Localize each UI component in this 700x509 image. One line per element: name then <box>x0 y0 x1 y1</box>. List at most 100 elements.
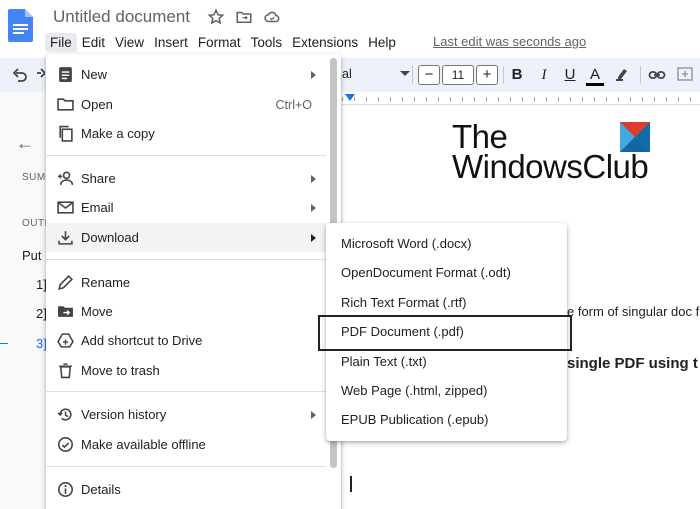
file-menu-offline[interactable]: Make available offline <box>46 430 326 459</box>
file-menu-download[interactable]: Download <box>46 223 326 252</box>
docs-logo-icon[interactable] <box>8 9 33 42</box>
download-option-label: Plain Text (.txt) <box>341 354 427 369</box>
file-menu-details[interactable]: Details <box>46 475 326 504</box>
file-menu-label: Details <box>81 482 121 497</box>
file-menu-new[interactable]: New <box>46 60 326 89</box>
app-window: Untitled document File Edit View Insert … <box>0 0 700 509</box>
download-option-label: Microsoft Word (.docx) <box>341 236 472 251</box>
history-icon <box>57 408 72 421</box>
bold-button[interactable]: B <box>508 66 526 84</box>
file-menu-label: Email <box>81 200 114 215</box>
underline-button[interactable]: U <box>561 66 579 84</box>
download-option-html[interactable]: Web Page (.html, zipped) <box>326 376 567 405</box>
font-size-decrease-button[interactable]: − <box>418 65 440 85</box>
file-menu-label: Version history <box>81 407 167 422</box>
menu-divider <box>46 259 326 260</box>
cloud-saved-icon[interactable] <box>263 8 281 26</box>
menu-edit[interactable]: Edit <box>77 33 110 52</box>
drive-shortcut-icon <box>57 333 74 348</box>
italic-button[interactable]: I <box>535 66 553 84</box>
toolbar-divider <box>412 66 413 84</box>
add-comment-icon[interactable] <box>676 66 694 84</box>
redo-icon[interactable] <box>37 67 45 83</box>
info-icon <box>58 482 73 497</box>
file-menu-share[interactable]: Share <box>46 164 326 193</box>
document-body-text: e form of singular doc f <box>567 304 700 319</box>
submenu-arrow-icon <box>311 175 316 183</box>
menu-help[interactable]: Help <box>363 33 401 52</box>
file-menu-label: Move <box>81 304 113 319</box>
undo-icon[interactable] <box>12 67 28 83</box>
file-menu-trash[interactable]: Move to trash <box>46 356 326 385</box>
logo-line-2: WindowsClub <box>452 148 649 185</box>
outline-active-indicator <box>0 343 8 344</box>
menu-view[interactable]: View <box>110 33 149 52</box>
copy-icon <box>59 125 73 142</box>
file-menu-version-history[interactable]: Version history <box>46 400 326 429</box>
email-icon <box>57 201 74 214</box>
font-dropdown-arrow-icon[interactable] <box>400 71 410 76</box>
submenu-arrow-icon <box>311 71 316 79</box>
person-add-icon <box>58 171 74 185</box>
file-menu-rename[interactable]: Rename <box>46 268 326 297</box>
download-option-txt[interactable]: Plain Text (.txt) <box>326 347 567 376</box>
download-option-docx[interactable]: Microsoft Word (.docx) <box>326 229 567 258</box>
file-menu-add-shortcut[interactable]: Add shortcut to Drive <box>46 326 326 355</box>
outline-heading-put[interactable]: Put <box>22 248 42 263</box>
file-menu-label: New <box>81 67 108 82</box>
file-menu: New Open Ctrl+O Make a copy Share Email <box>46 54 341 509</box>
shortcut-label: Ctrl+O <box>275 97 312 112</box>
ruler[interactable] <box>342 92 700 105</box>
download-option-odt[interactable]: OpenDocument Format (.odt) <box>326 258 567 287</box>
text-color-button[interactable]: A <box>586 66 604 86</box>
font-family-select[interactable]: al <box>342 67 352 81</box>
ruler-ticks <box>342 97 700 101</box>
move-folder-icon[interactable] <box>235 8 253 26</box>
menu-divider <box>46 155 326 156</box>
insert-link-icon[interactable] <box>648 66 666 84</box>
windows-logo-icon <box>620 122 650 152</box>
download-option-label: EPUB Publication (.epub) <box>341 412 489 427</box>
file-menu-make-copy[interactable]: Make a copy <box>46 119 326 148</box>
outline-summary-label: SUM <box>22 172 46 183</box>
toolbar-divider <box>640 66 641 84</box>
file-menu-label: Add shortcut to Drive <box>81 333 203 348</box>
file-menu-label: Share <box>81 171 116 186</box>
file-menu-label: Make available offline <box>81 437 206 452</box>
back-arrow-icon[interactable]: ← <box>16 133 34 154</box>
menu-insert[interactable]: Insert <box>149 33 193 52</box>
document-outline-panel: ← SUM OUTL Put 1] 2] 3] <box>0 92 50 509</box>
font-size-input[interactable]: 11 <box>442 65 474 85</box>
last-edit-link[interactable]: Last edit was seconds ago <box>433 34 586 49</box>
text-cursor <box>350 476 352 492</box>
menu-extensions[interactable]: Extensions <box>287 33 363 52</box>
download-icon <box>58 231 73 245</box>
font-size-increase-button[interactable]: + <box>476 65 498 85</box>
menu-format[interactable]: Format <box>193 33 246 52</box>
folder-icon <box>57 98 74 111</box>
file-menu-label: Download <box>81 230 139 245</box>
file-menu-label: Move to trash <box>81 363 160 378</box>
file-menu-label: Rename <box>81 275 131 290</box>
file-menu-move[interactable]: Move <box>46 297 326 326</box>
indent-marker-icon[interactable] <box>345 94 355 101</box>
download-option-label: OpenDocument Format (.odt) <box>341 265 511 280</box>
download-option-rtf[interactable]: Rich Text Format (.rtf) <box>326 288 567 317</box>
new-doc-icon <box>59 67 72 82</box>
menu-tools[interactable]: Tools <box>246 33 288 52</box>
file-menu-email[interactable]: Email <box>46 193 326 222</box>
download-option-label: Web Page (.html, zipped) <box>341 383 488 398</box>
file-menu-label: Open <box>81 97 113 112</box>
highlight-pen-icon[interactable] <box>613 66 631 84</box>
file-menu-open[interactable]: Open Ctrl+O <box>46 90 326 119</box>
menu-file[interactable]: File <box>45 32 77 52</box>
trash-icon <box>59 363 72 379</box>
title-icons <box>207 8 281 26</box>
menu-divider <box>46 466 326 467</box>
menu-divider <box>46 391 326 392</box>
document-heading: single PDF using t <box>567 355 698 372</box>
download-option-epub[interactable]: EPUB Publication (.epub) <box>326 405 567 434</box>
star-icon[interactable] <box>207 8 225 26</box>
document-title[interactable]: Untitled document <box>53 7 190 27</box>
submenu-arrow-icon <box>311 234 316 242</box>
